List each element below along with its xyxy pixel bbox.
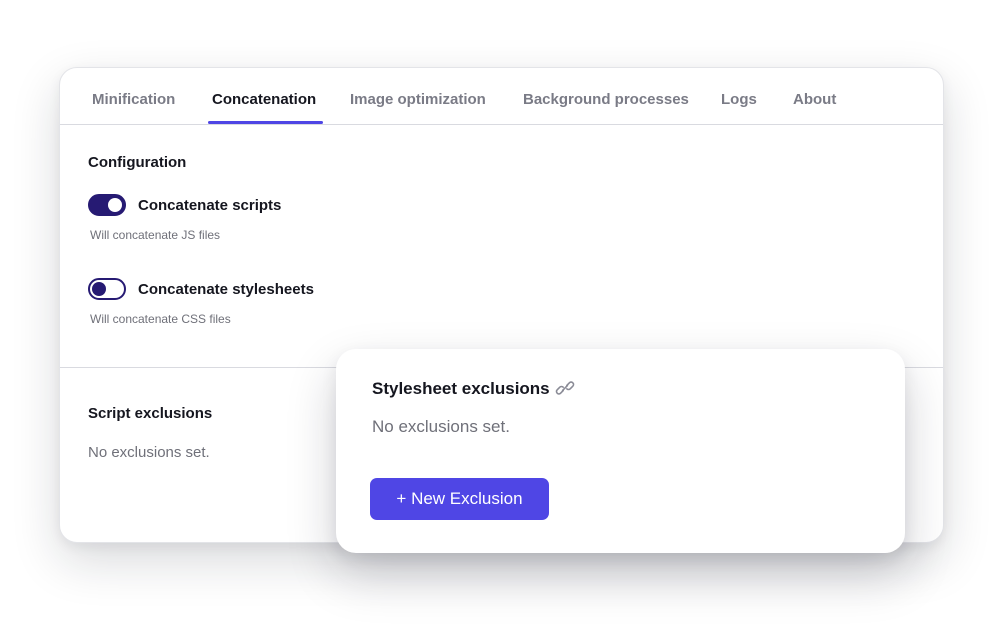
configuration-heading: Configuration [88, 154, 187, 171]
concatenate-stylesheets-toggle[interactable] [88, 278, 126, 300]
toggle-knob [108, 198, 122, 212]
link-icon[interactable] [555, 378, 575, 398]
script-exclusions-empty: No exclusions set. [88, 444, 210, 461]
concatenate-scripts-label: Concatenate scripts [138, 197, 282, 214]
new-exclusion-button[interactable]: + New Exclusion [370, 478, 549, 520]
stylesheet-exclusions-card: Stylesheet exclusions No exclusions set.… [336, 349, 905, 553]
concatenate-scripts-helper: Will concatenate JS files [90, 228, 221, 242]
tab-image-optimization[interactable]: Image optimization [350, 68, 486, 124]
tab-minification[interactable]: Minification [92, 68, 175, 124]
concatenate-stylesheets-label: Concatenate stylesheets [138, 281, 314, 298]
tab-about[interactable]: About [793, 68, 836, 124]
tab-background-processes[interactable]: Background processes [523, 68, 689, 124]
tab-bar: Minification Concatenation Image optimiz… [60, 68, 943, 125]
concatenate-stylesheets-helper: Will concatenate CSS files [90, 312, 231, 326]
stylesheet-exclusions-heading: Stylesheet exclusions [372, 379, 550, 398]
tab-concatenation[interactable]: Concatenation [212, 68, 316, 124]
stylesheet-exclusions-empty: No exclusions set. [372, 417, 510, 436]
stage: Minification Concatenation Image optimiz… [0, 0, 1000, 640]
script-exclusions-heading: Script exclusions [88, 405, 213, 422]
concatenate-scripts-toggle[interactable] [88, 194, 126, 216]
active-tab-indicator [208, 121, 323, 124]
tab-logs[interactable]: Logs [721, 68, 757, 124]
toggle-knob [92, 282, 106, 296]
